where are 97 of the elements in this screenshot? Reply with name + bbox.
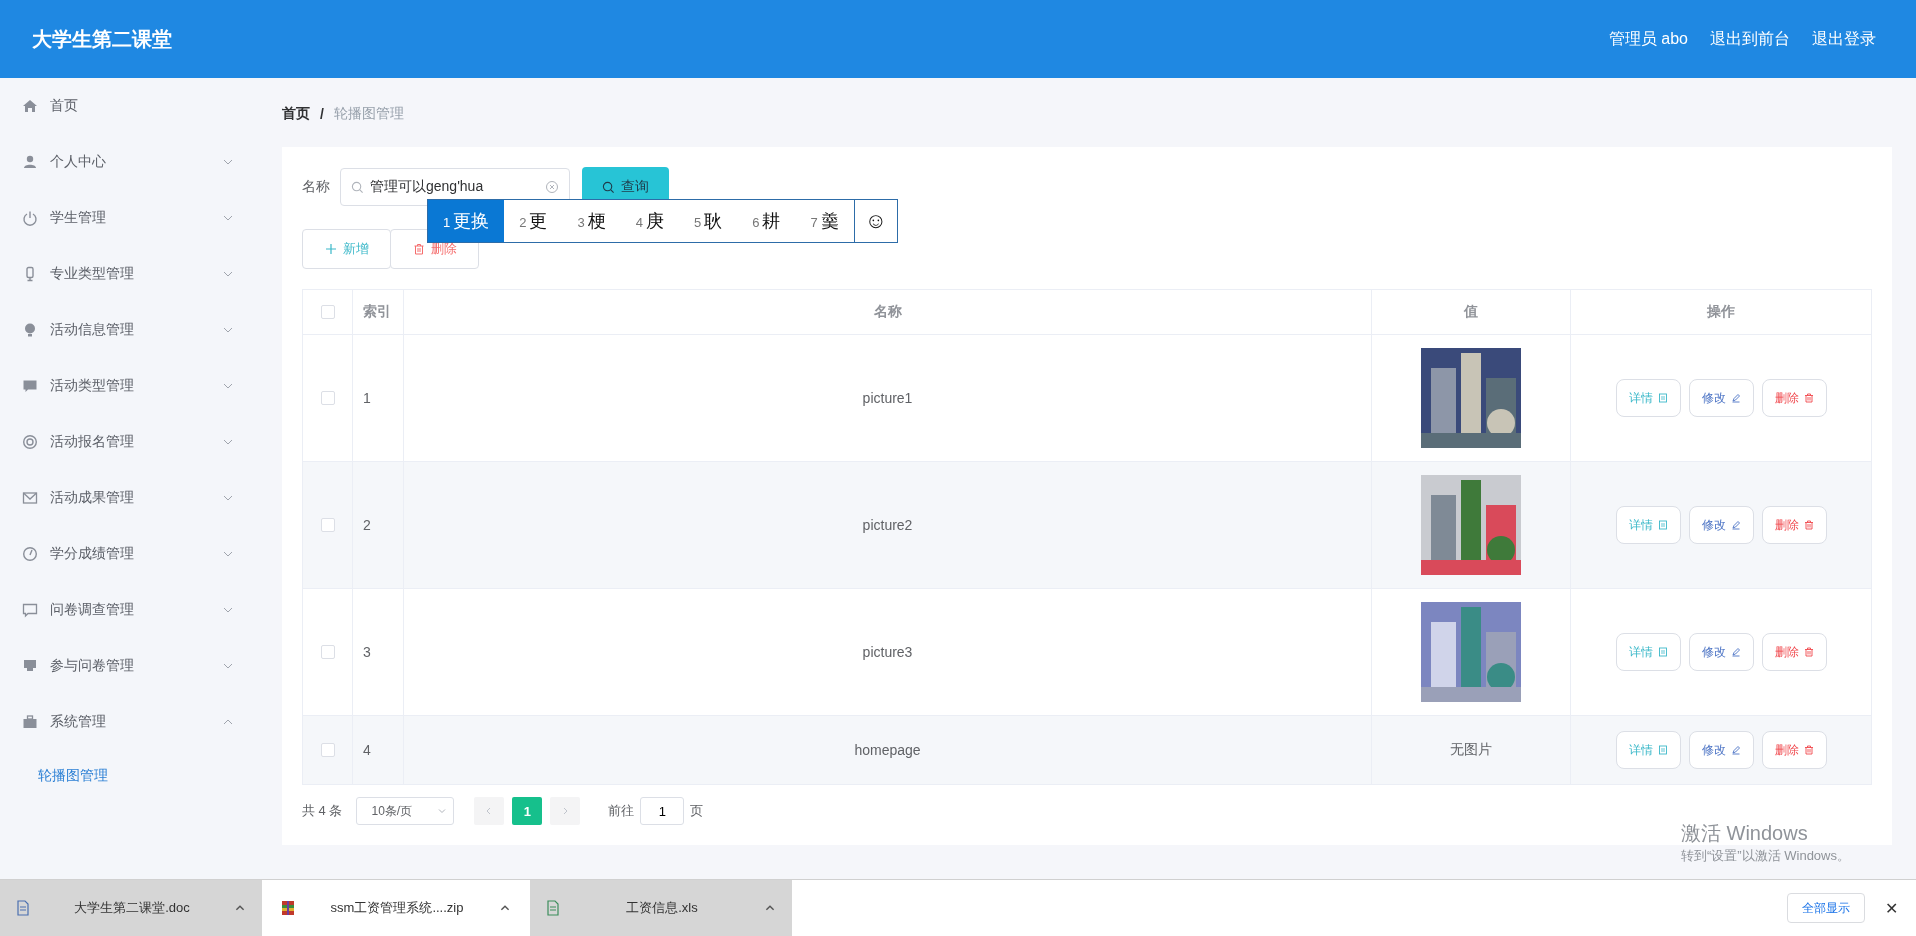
previous-page-button[interactable] [474, 797, 505, 825]
ime-candidate[interactable]: 1 更换 [428, 200, 505, 242]
inbox-icon [22, 658, 38, 674]
ime-candidate[interactable]: 5 耿 [678, 200, 738, 242]
page-input[interactable]: 1 [640, 797, 685, 825]
page-size-select[interactable]: 10条/页 [356, 797, 455, 825]
document-icon [1657, 393, 1668, 403]
row-checkbox[interactable] [320, 518, 335, 532]
document-icon [1657, 745, 1668, 755]
activation-hint: 转到“设置”以激活 Windows。 [1681, 847, 1850, 865]
power-icon [22, 210, 38, 226]
menu-item[interactable]: 活动成果管理 [0, 470, 270, 526]
document-icon [1657, 520, 1668, 530]
search-icon [351, 180, 364, 194]
archive-icon [281, 900, 295, 916]
trash-icon [1803, 745, 1814, 755]
pencil-icon [1730, 520, 1741, 530]
table-cell: 2 [363, 517, 371, 533]
menu-item[interactable]: 问卷调查管理 [0, 582, 270, 638]
column-header: 名称 [404, 290, 1372, 334]
download-item[interactable]: 工资信息.xls [530, 880, 792, 936]
submenu-item[interactable]: 轮播图管理 [0, 750, 270, 802]
header-link[interactable]: 退出登录 [1812, 28, 1876, 50]
mail-icon [22, 490, 38, 506]
row-checkbox[interactable] [320, 391, 335, 405]
trash-icon [1803, 393, 1814, 403]
table-cell: picture2 [862, 517, 913, 533]
home-icon [22, 98, 38, 114]
ime-candidate[interactable]: 7 羹 [795, 200, 854, 242]
pencil-icon [1730, 647, 1741, 657]
trash-icon [1803, 520, 1814, 530]
column-header: 值 [1372, 290, 1571, 334]
trash-icon [1803, 647, 1814, 657]
edit-button[interactable]: 修改 [1688, 379, 1754, 417]
file-icon [16, 900, 30, 916]
row-checkbox[interactable] [320, 743, 335, 757]
table-cell: picture3 [862, 644, 913, 660]
pencil-icon [1730, 745, 1741, 755]
user-icon [22, 154, 38, 170]
file-icon [546, 900, 560, 916]
header-link[interactable]: 退出到前台 [1710, 28, 1790, 50]
table-cell: 4 [363, 742, 371, 758]
menu-item[interactable]: 参与问卷管理 [0, 638, 270, 694]
table-cell: 无图片 [1450, 741, 1492, 759]
document-icon [1657, 647, 1668, 657]
menu-item[interactable]: 系统管理 [0, 694, 270, 750]
clear-icon[interactable] [545, 180, 559, 194]
next-page-button[interactable] [550, 797, 581, 825]
menu-item[interactable]: 活动信息管理 [0, 302, 270, 358]
total-count: 共 4 条 [302, 802, 343, 820]
bulb-icon [22, 322, 38, 338]
menu-item[interactable]: 活动类型管理 [0, 358, 270, 414]
ime-candidate[interactable]: 6 耕 [737, 200, 796, 242]
menu-item[interactable]: 活动报名管理 [0, 414, 270, 470]
table-cell: picture1 [862, 390, 913, 406]
breadcrumb-separator: / [320, 105, 324, 122]
app-title: 大学生第二课堂 [32, 26, 172, 52]
search-icon [602, 180, 615, 194]
table-cell: 1 [363, 390, 371, 406]
pencil-icon [1730, 393, 1741, 403]
goto-label: 前往 [608, 802, 635, 820]
field-label: 名称 [302, 178, 330, 196]
show-all-button[interactable]: 全部显示 [1787, 893, 1865, 923]
delete-button[interactable]: 删除 [1761, 379, 1827, 417]
breadcrumb-link[interactable]: 首页 [282, 104, 310, 123]
menu-item[interactable]: 专业类型管理 [0, 246, 270, 302]
delete-button[interactable]: 删除 [1761, 731, 1827, 769]
column-header: 操作 [1706, 302, 1736, 321]
chat-icon [22, 378, 38, 394]
menu-item[interactable]: 学分成绩管理 [0, 526, 270, 582]
menu-item[interactable]: 学生管理 [0, 190, 270, 246]
row-checkbox[interactable] [320, 645, 335, 659]
breadcrumb-current: 轮播图管理 [333, 104, 404, 123]
trash-icon [412, 243, 425, 255]
edit-button[interactable]: 修改 [1688, 506, 1754, 544]
caret-icon [437, 806, 448, 816]
emoji-button[interactable]: ☺ [853, 200, 897, 242]
gauge-icon [22, 546, 38, 562]
lifebuoy-icon [22, 434, 38, 450]
close-button[interactable]: ✕ [1879, 897, 1904, 919]
edit-button[interactable]: 修改 [1688, 731, 1754, 769]
table-cell: 3 [363, 644, 371, 660]
menu-item[interactable]: 个人中心 [0, 134, 270, 190]
select-all-checkbox[interactable] [320, 305, 335, 319]
user-label[interactable]: 管理员 abo [1608, 28, 1688, 50]
activation-title: 激活 Windows [1681, 821, 1809, 846]
edit-button[interactable]: 修改 [1688, 633, 1754, 671]
briefcase-icon [22, 714, 38, 730]
page-suffix: 页 [690, 802, 704, 820]
delete-button[interactable]: 删除 [1761, 633, 1827, 671]
table-cell: homepage [854, 742, 921, 758]
chat-icon [22, 602, 38, 618]
delete-button[interactable]: 删除 [1761, 506, 1827, 544]
column-header: 索引 [353, 290, 404, 334]
menu-item[interactable]: 首页 [0, 78, 270, 134]
plus-icon [324, 243, 337, 255]
download-item[interactable]: 大学生第二课堂.doc [0, 880, 262, 936]
